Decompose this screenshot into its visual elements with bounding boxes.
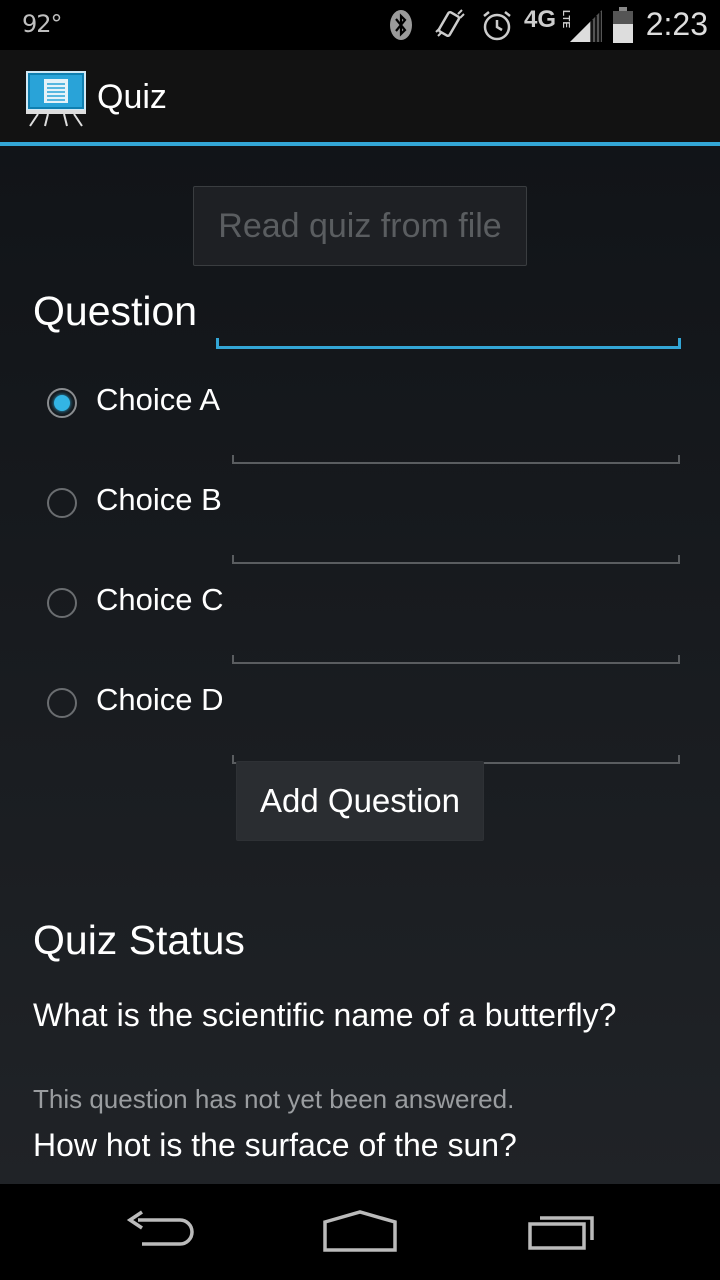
status-question-1[interactable]: What is the scientific name of a butterf… <box>33 994 673 1036</box>
status-answer-1: This question has not yet been answered. <box>33 1084 515 1114</box>
back-icon[interactable] <box>124 1208 196 1252</box>
temperature: 92° <box>22 10 63 38</box>
read-quiz-button[interactable]: Read quiz from file <box>193 186 527 266</box>
radio-choice-c[interactable] <box>47 588 77 618</box>
choice-b-input[interactable] <box>232 508 680 564</box>
signal-icon <box>570 10 602 42</box>
choice-row-b[interactable]: Choice B <box>0 482 720 588</box>
presentation-board-icon[interactable] <box>26 70 86 128</box>
radio-choice-b[interactable] <box>47 488 77 518</box>
app-title: Quiz <box>97 78 167 116</box>
choice-label-b: Choice B <box>96 482 222 517</box>
choice-label-a: Choice A <box>96 382 221 417</box>
quiz-status-title: Quiz Status <box>33 917 245 963</box>
navigation-bar <box>0 1184 720 1280</box>
choice-label-d: Choice D <box>96 682 224 717</box>
vibrate-icon <box>435 9 465 38</box>
radio-choice-d[interactable] <box>47 688 77 718</box>
choice-row-c[interactable]: Choice C <box>0 582 720 688</box>
status-question-2[interactable]: How hot is the surface of the sun? <box>33 1124 673 1166</box>
network-type: 4G <box>524 6 557 33</box>
status-bar: 92° 4G LTE 2:23 <box>0 0 720 50</box>
choice-a-input[interactable] <box>232 408 680 464</box>
choice-label-c: Choice C <box>96 582 224 617</box>
choice-row-a[interactable]: Choice A <box>0 382 720 488</box>
choice-d-input[interactable] <box>232 708 680 764</box>
home-icon[interactable] <box>322 1208 398 1252</box>
main-content[interactable]: Read quiz from file Question Choice A Ch… <box>0 146 720 1184</box>
alarm-icon <box>483 11 511 41</box>
choice-c-input[interactable] <box>232 608 680 664</box>
add-question-button[interactable]: Add Question <box>236 761 484 841</box>
recents-icon[interactable] <box>526 1208 598 1252</box>
bluetooth-icon <box>390 10 412 40</box>
radio-choice-a[interactable] <box>47 388 77 418</box>
battery-icon <box>613 7 633 43</box>
screen: 92° 4G LTE 2:23 Quiz Read quiz from file… <box>0 0 720 1280</box>
question-label: Question <box>33 288 198 334</box>
clock: 2:23 <box>645 6 708 42</box>
question-input[interactable] <box>216 296 681 349</box>
